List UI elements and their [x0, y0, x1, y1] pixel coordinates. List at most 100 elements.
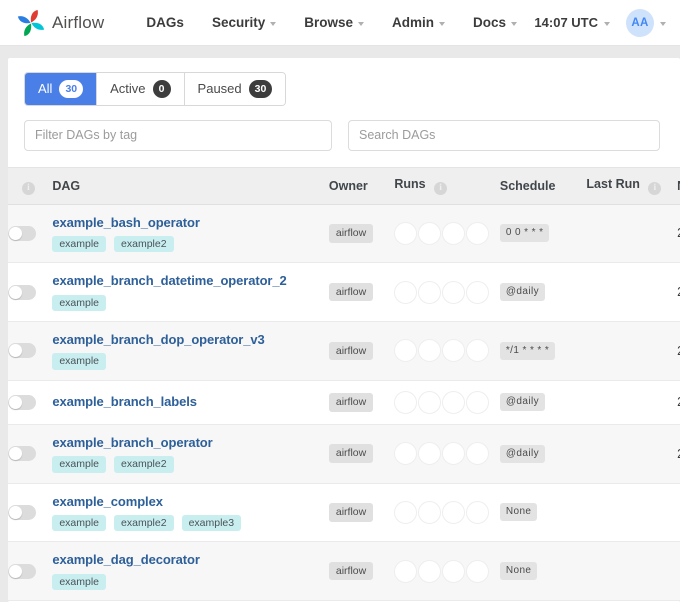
run-status-circle[interactable] — [466, 390, 490, 414]
info-icon[interactable]: i — [22, 181, 35, 195]
run-status-circle[interactable] — [418, 442, 442, 466]
run-status-circle[interactable] — [394, 221, 418, 245]
run-status-circle[interactable] — [466, 280, 490, 304]
dags-table-scroll[interactable]: i DAG Owner Runs i Schedule Last Run i e… — [8, 166, 680, 602]
chevron-down-icon — [439, 21, 445, 26]
run-status-circle[interactable] — [466, 339, 490, 363]
run-status-circle[interactable] — [394, 559, 418, 583]
run-status-circles — [394, 500, 500, 524]
schedule-badge[interactable]: None — [499, 503, 538, 522]
nav-item-admin-label: Admin — [392, 15, 434, 30]
run-status-circle[interactable] — [442, 339, 466, 363]
user-menu[interactable]: AA — [626, 8, 666, 37]
run-status-circle[interactable] — [418, 390, 442, 414]
run-status-circle[interactable] — [442, 500, 466, 524]
dag-pause-toggle[interactable] — [8, 284, 36, 300]
run-status-circle[interactable] — [418, 339, 442, 363]
schedule-badge[interactable]: @daily — [499, 393, 545, 412]
run-status-circle[interactable] — [442, 221, 466, 245]
nav-item-security[interactable]: Security — [198, 9, 290, 36]
dag-link[interactable]: example_complex — [52, 494, 329, 510]
owner-badge[interactable]: airflow — [328, 341, 374, 361]
dag-pause-toggle[interactable] — [8, 394, 36, 410]
dag-tag[interactable]: example — [52, 514, 107, 532]
run-status-circle[interactable] — [442, 390, 466, 414]
run-status-circle[interactable] — [466, 442, 490, 466]
dag-tag[interactable]: example — [52, 456, 107, 473]
owner-badge[interactable]: airflow — [328, 561, 374, 581]
run-status-circles — [394, 390, 500, 414]
tab-active[interactable]: Active 0 — [97, 73, 185, 105]
nav-item-browse[interactable]: Browse — [290, 9, 378, 36]
dag-pause-toggle[interactable] — [8, 446, 36, 462]
dag-pause-toggle[interactable] — [8, 343, 36, 359]
run-status-circle[interactable] — [394, 442, 418, 466]
owner-badge[interactable]: airflow — [328, 282, 374, 302]
dag-tag[interactable]: example2 — [114, 456, 174, 473]
nav-item-dags[interactable]: DAGs — [132, 9, 198, 36]
run-status-circle[interactable] — [418, 221, 442, 245]
dag-tags: example — [52, 353, 329, 370]
run-status-circle[interactable] — [466, 500, 490, 524]
timezone-selector[interactable]: 14:07 UTC — [534, 15, 610, 30]
owner-badge[interactable]: airflow — [328, 224, 374, 243]
toggle-knob — [9, 226, 22, 240]
schedule-badge[interactable]: @daily — [499, 444, 545, 463]
nav-item-docs[interactable]: Docs — [459, 9, 531, 36]
run-status-circle[interactable] — [418, 559, 442, 583]
run-status-circle[interactable] — [394, 339, 418, 363]
dag-tag[interactable]: example — [52, 353, 107, 370]
search-input[interactable] — [348, 119, 660, 151]
dag-link[interactable]: example_bash_operator — [52, 215, 329, 231]
run-status-circle[interactable] — [394, 390, 418, 414]
dag-tag[interactable]: example — [52, 294, 107, 311]
run-status-circles — [394, 559, 500, 583]
dag-tag[interactable]: example2 — [114, 235, 174, 253]
schedule-badge[interactable]: @daily — [499, 283, 545, 302]
dag-tag[interactable]: example — [52, 235, 107, 253]
header-dag[interactable]: DAG — [52, 166, 329, 205]
dag-tag[interactable]: example3 — [181, 514, 242, 532]
dag-pause-toggle[interactable] — [8, 563, 36, 579]
run-status-circle[interactable] — [394, 500, 418, 524]
header-owner[interactable]: Owner — [328, 166, 395, 205]
info-icon[interactable]: i — [648, 181, 662, 195]
nav-item-admin[interactable]: Admin — [378, 9, 459, 36]
cell-dag-name: example_branch_datetime_operator_2exampl… — [52, 262, 329, 322]
tab-paused-label: Paused — [197, 81, 242, 97]
run-status-circle[interactable] — [466, 559, 490, 583]
dag-tag[interactable]: example — [52, 573, 107, 590]
header-schedule[interactable]: Schedule — [499, 166, 587, 205]
dag-link[interactable]: example_branch_labels — [52, 394, 329, 410]
run-status-circle[interactable] — [442, 280, 466, 304]
run-status-circle[interactable] — [442, 442, 466, 466]
header-last-run[interactable]: Last Run i — [586, 166, 678, 205]
tag-filter-input[interactable] — [24, 119, 332, 151]
dag-pause-toggle[interactable] — [8, 225, 36, 241]
cell-pause-toggle — [8, 541, 53, 601]
run-status-circle[interactable] — [466, 221, 490, 245]
dag-pause-toggle[interactable] — [8, 504, 36, 520]
info-icon[interactable]: i — [434, 181, 448, 195]
brand-home-link[interactable]: Airflow — [16, 8, 104, 38]
run-status-circle[interactable] — [394, 280, 418, 304]
run-status-circle[interactable] — [418, 280, 442, 304]
dag-link[interactable]: example_dag_decorator — [52, 552, 329, 568]
schedule-badge[interactable]: 0 0 * * * — [499, 224, 550, 243]
owner-badge[interactable]: airflow — [328, 503, 374, 522]
run-status-circle[interactable] — [418, 500, 442, 524]
tab-paused[interactable]: Paused 30 — [184, 73, 286, 105]
owner-badge[interactable]: airflow — [328, 393, 374, 412]
dag-link[interactable]: example_branch_datetime_operator_2 — [52, 273, 329, 289]
toggle-knob — [9, 285, 22, 299]
schedule-badge[interactable]: */1 * * * * — [499, 341, 556, 360]
dag-tag[interactable]: example2 — [114, 514, 174, 532]
schedule-badge[interactable]: None — [499, 562, 538, 581]
dag-link[interactable]: example_branch_operator — [52, 435, 329, 451]
run-status-circle[interactable] — [442, 559, 466, 583]
cell-last-run — [586, 321, 678, 381]
tab-all[interactable]: All 30 — [25, 73, 98, 105]
header-runs[interactable]: Runs i — [394, 166, 500, 205]
dag-link[interactable]: example_branch_dop_operator_v3 — [52, 332, 329, 348]
owner-badge[interactable]: airflow — [328, 444, 374, 463]
